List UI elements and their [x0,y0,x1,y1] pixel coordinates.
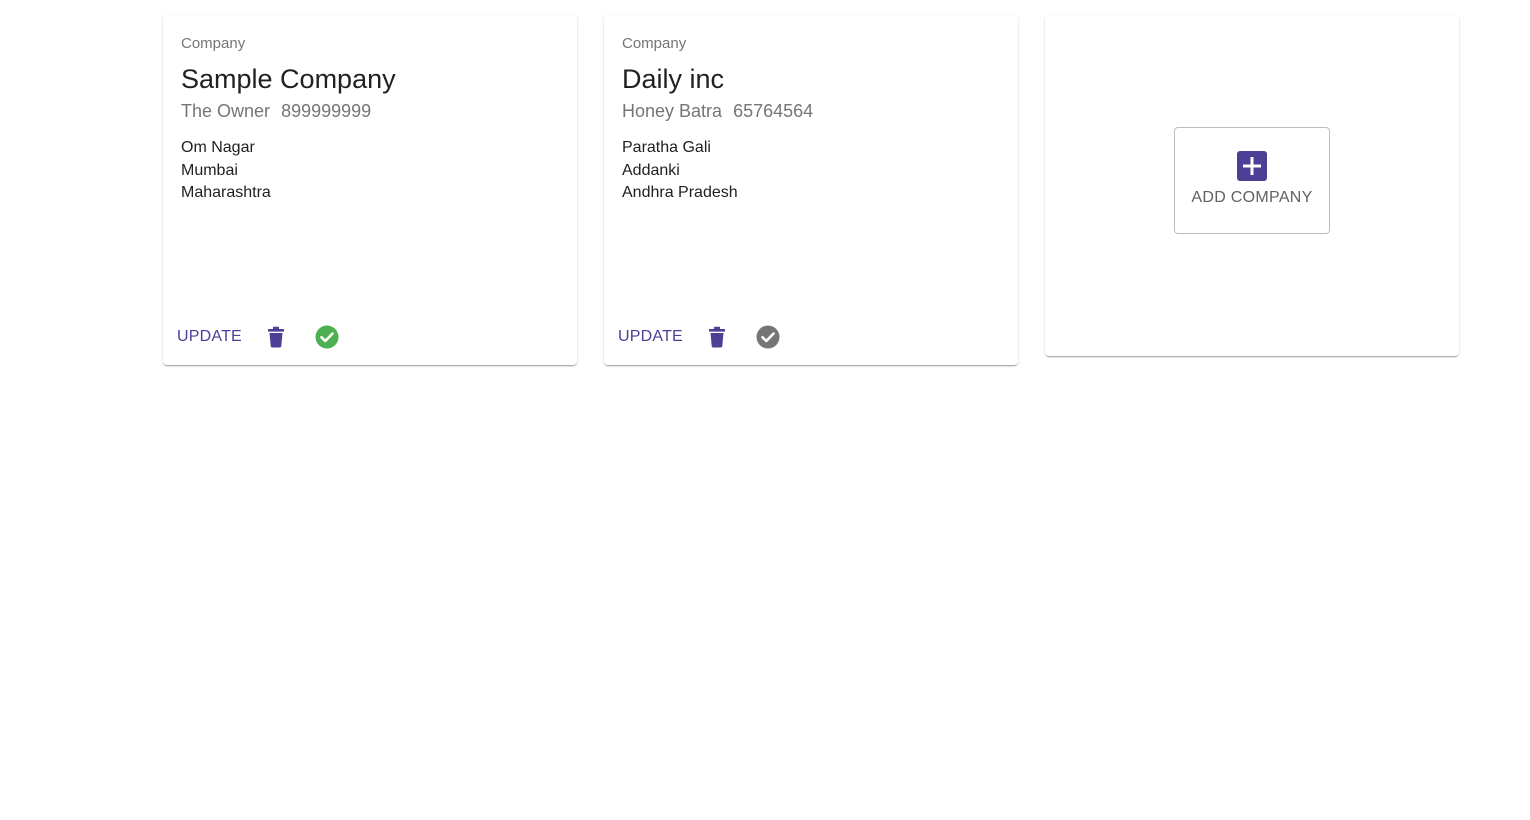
check-circle-icon [315,325,339,349]
add-company-label: ADD COMPANY [1191,189,1313,206]
address: Om Nagar Mumbai Maharashtra [181,137,559,205]
company-card: Company Sample Company The Owner 8999999… [163,15,577,365]
active-toggle-button[interactable] [309,319,345,355]
add-company-button[interactable]: ADD COMPANY [1174,127,1330,234]
delete-button[interactable] [699,319,735,355]
update-button[interactable]: UPDATE [171,322,248,352]
owner-phone: 899999999 [281,101,372,121]
update-button[interactable]: UPDATE [612,322,689,352]
card-content: Company Daily inc Honey Batra 65764564 P… [604,15,1018,205]
card-overline: Company [181,35,246,52]
check-circle-icon [756,325,780,349]
trash-icon [267,326,284,348]
address-line: Om Nagar [181,139,255,156]
card-overline: Company [622,35,687,52]
company-name: Daily inc [622,64,725,94]
plus-box-icon [1237,151,1267,181]
add-company-card: ADD COMPANY [1045,15,1459,356]
delete-button[interactable] [258,319,294,355]
owner-name: Honey Batra [622,101,723,121]
card-actions: UPDATE [612,319,786,355]
active-toggle-button[interactable] [750,319,786,355]
address-line: Andhra Pradesh [622,184,738,201]
trash-icon [708,326,725,348]
address-line: Paratha Gali [622,139,711,156]
owner-line: The Owner 899999999 [181,99,559,123]
address-line: Maharashtra [181,184,271,201]
card-actions: UPDATE [171,319,345,355]
company-card: Company Daily inc Honey Batra 65764564 P… [604,15,1018,365]
company-grid: Company Sample Company The Owner 8999999… [163,15,1459,365]
address: Paratha Gali Addanki Andhra Pradesh [622,137,1000,205]
address-line: Mumbai [181,161,238,179]
card-content: Company Sample Company The Owner 8999999… [163,15,577,205]
address-line: Addanki [622,161,680,179]
owner-phone: 65764564 [733,101,814,121]
company-name: Sample Company [181,64,396,94]
owner-line: Honey Batra 65764564 [622,99,1000,123]
owner-name: The Owner [181,101,271,121]
